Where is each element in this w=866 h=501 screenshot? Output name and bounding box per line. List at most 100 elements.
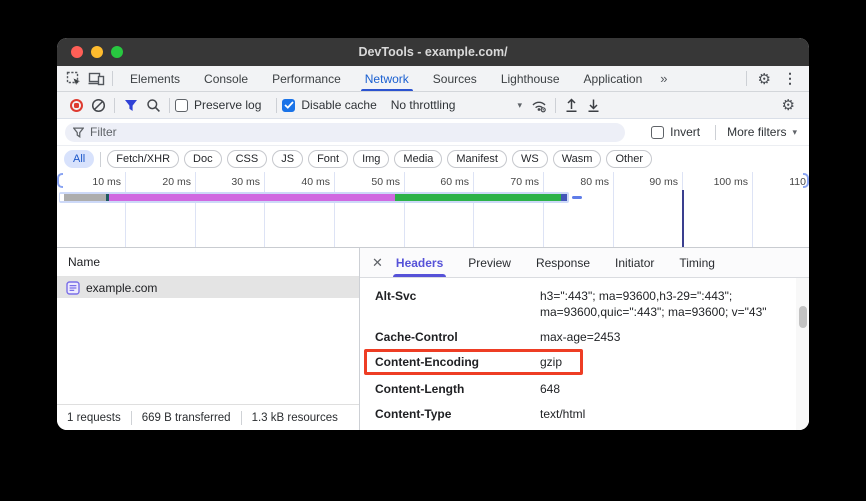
close-window-button[interactable]: [71, 46, 83, 58]
chip-manifest[interactable]: Manifest: [447, 150, 507, 168]
network-settings-gear-icon[interactable]: ⚙: [776, 96, 801, 114]
filter-funnel-small-icon: [73, 127, 84, 138]
import-har-icon[interactable]: [561, 94, 583, 116]
request-row-example-com[interactable]: example.com: [57, 277, 359, 298]
waterfall-segment-content: [395, 194, 561, 201]
throttling-dropdown[interactable]: No throttling ▾: [391, 98, 522, 112]
divider: [241, 411, 242, 425]
more-filters-button[interactable]: More filters: [727, 125, 786, 139]
chip-font[interactable]: Font: [308, 150, 348, 168]
chip-ws[interactable]: WS: [512, 150, 548, 168]
tab-timing[interactable]: Timing: [679, 248, 715, 277]
clear-network-log-icon[interactable]: [87, 94, 109, 116]
record-network-log-button[interactable]: [65, 94, 87, 116]
close-details-icon[interactable]: ✕: [372, 255, 383, 271]
chevron-down-icon: ▾: [517, 100, 522, 111]
minimize-window-button[interactable]: [91, 46, 103, 58]
vertical-scrollbar[interactable]: [796, 278, 809, 430]
divider: [746, 71, 747, 86]
header-row-cache-control[interactable]: Cache-Control max-age=2453: [375, 329, 789, 345]
network-toolbar: Preserve log Disable cache No throttling…: [57, 92, 809, 119]
tab-application[interactable]: Application: [572, 66, 655, 91]
tab-sources[interactable]: Sources: [421, 66, 489, 91]
name-column-header[interactable]: Name: [57, 248, 359, 277]
header-name: Content-Type: [375, 406, 540, 422]
header-row-content-length[interactable]: Content-Length 648: [375, 381, 789, 397]
chip-img[interactable]: Img: [353, 150, 389, 168]
chip-css[interactable]: CSS: [227, 150, 268, 168]
transferred-size: 669 B transferred: [142, 412, 231, 424]
request-list-panel: Name example.com 1 requests 669 B transf…: [57, 248, 360, 430]
tab-response[interactable]: Response: [536, 248, 590, 277]
filter-funnel-icon[interactable]: [120, 94, 142, 116]
tick-label: 30 ms: [208, 176, 260, 188]
network-overview-timeline[interactable]: 10 ms 20 ms 30 ms 40 ms 50 ms 60 ms 70 m…: [57, 172, 809, 248]
more-tabs-chevron-icon[interactable]: »: [654, 71, 672, 86]
tab-console[interactable]: Console: [192, 66, 260, 91]
network-conditions-icon[interactable]: [528, 94, 550, 116]
tick-label: 70 ms: [487, 176, 539, 188]
response-headers-list: Alt-Svc h3=":443"; ma=93600,h3-29=":443"…: [360, 278, 809, 430]
scrollbar-thumb[interactable]: [799, 306, 807, 328]
header-value: 648: [540, 381, 772, 397]
request-details-panel: ✕ Headers Preview Response Initiator Tim…: [360, 248, 809, 430]
divider: [169, 98, 170, 113]
filter-input[interactable]: Filter: [65, 123, 625, 142]
tick-label: 100 ms: [696, 176, 748, 188]
waterfall-segment-end-cap: [561, 194, 567, 201]
header-row-content-type[interactable]: Content-Type text/html: [375, 406, 789, 422]
header-name: Alt-Svc: [375, 288, 540, 320]
header-row-alt-svc[interactable]: Alt-Svc h3=":443"; ma=93600,h3-29=":443"…: [375, 288, 789, 320]
resources-size: 1.3 kB resources: [252, 412, 338, 424]
invert-checkbox[interactable]: [651, 126, 664, 139]
header-row-content-encoding[interactable]: Content-Encoding gzip: [375, 354, 789, 370]
tick-label: 20 ms: [139, 176, 191, 188]
chip-wasm[interactable]: Wasm: [553, 150, 602, 168]
divider: [100, 152, 101, 167]
tab-preview[interactable]: Preview: [468, 248, 511, 277]
chip-all[interactable]: All: [64, 150, 94, 168]
dom-content-loaded-marker: [682, 190, 684, 248]
details-tab-bar: ✕ Headers Preview Response Initiator Tim…: [360, 248, 809, 278]
tick-label: 40 ms: [278, 176, 330, 188]
header-name: Cache-Control: [375, 329, 540, 345]
waterfall-segment-queueing: [64, 194, 107, 201]
chip-media[interactable]: Media: [394, 150, 442, 168]
selection-handle-left[interactable]: [57, 173, 63, 188]
chip-js[interactable]: JS: [272, 150, 303, 168]
divider: [715, 125, 716, 140]
settings-gear-icon[interactable]: ⚙: [752, 70, 777, 88]
gridline: [404, 172, 405, 247]
header-value: max-age=2453: [540, 329, 772, 345]
header-value: gzip: [540, 354, 772, 370]
tab-initiator[interactable]: Initiator: [615, 248, 654, 277]
device-toolbar-icon[interactable]: [85, 69, 107, 89]
gridline: [125, 172, 126, 247]
preserve-log-checkbox[interactable]: [175, 99, 188, 112]
tab-performance[interactable]: Performance: [260, 66, 353, 91]
tab-lighthouse[interactable]: Lighthouse: [489, 66, 572, 91]
zoom-window-button[interactable]: [111, 46, 123, 58]
export-har-icon[interactable]: [583, 94, 605, 116]
header-name: Content-Length: [375, 381, 540, 397]
divider: [112, 71, 113, 86]
invert-label[interactable]: Invert: [670, 125, 700, 139]
preserve-log-label[interactable]: Preserve log: [194, 98, 261, 112]
tab-elements[interactable]: Elements: [118, 66, 192, 91]
window-title: DevTools - example.com/: [57, 45, 809, 59]
document-icon: [66, 281, 80, 295]
disable-cache-label[interactable]: Disable cache: [301, 98, 376, 112]
disable-cache-checkbox[interactable]: [282, 99, 295, 112]
chip-fetch-xhr[interactable]: Fetch/XHR: [107, 150, 179, 168]
selection-handle-right[interactable]: [803, 173, 809, 188]
inspect-element-icon[interactable]: [63, 69, 85, 89]
tab-network[interactable]: Network: [353, 66, 421, 91]
tick-label: 110: [758, 176, 806, 188]
tab-headers[interactable]: Headers: [396, 248, 443, 277]
gridline: [613, 172, 614, 247]
divider: [131, 411, 132, 425]
kebab-menu-icon[interactable]: ⋮: [777, 70, 803, 87]
chip-doc[interactable]: Doc: [184, 150, 222, 168]
chip-other[interactable]: Other: [606, 150, 652, 168]
search-icon[interactable]: [142, 94, 164, 116]
